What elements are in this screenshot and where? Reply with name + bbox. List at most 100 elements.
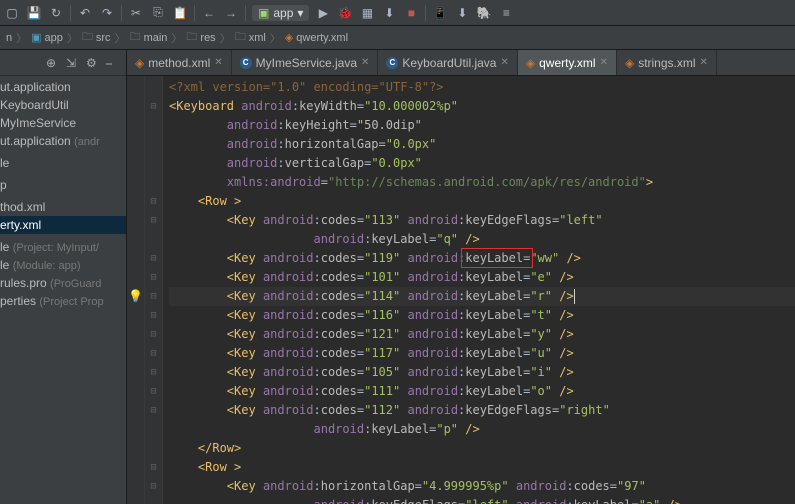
code-line[interactable]: <Key android:horizontalGap="4.999995%p" … [169,477,795,496]
profile-icon[interactable]: ▦ [359,5,375,21]
code-line[interactable]: <Key android:codes="121" android:keyLabe… [169,325,795,344]
code-line[interactable]: <Key android:codes="119" android:keyLabe… [169,249,795,268]
code-line[interactable]: android:keyLabel="p" /> [169,420,795,439]
fold-icon[interactable]: ⊟ [150,306,156,325]
fold-icon[interactable]: ⊟ [150,477,156,496]
editor-tab[interactable]: ◈method.xml✕ [127,50,232,75]
code-line[interactable]: <Key android:codes="111" android:keyLabe… [169,382,795,401]
hide-icon[interactable]: ⎯ [106,56,120,70]
intention-bulb-icon[interactable]: 💡 [128,287,143,306]
editor-tab[interactable]: CMyImeService.java✕ [232,50,379,75]
tree-dim: (Project Prop [39,296,103,308]
code-line[interactable]: <Key android:codes="117" android:keyLabe… [169,344,795,363]
close-icon[interactable]: ✕ [500,57,508,68]
xml-icon: ◈ [526,56,535,70]
fold-icon[interactable]: ⊟ [150,249,156,268]
fold-icon[interactable]: ⊟ [150,287,156,306]
fold-icon[interactable]: ⊟ [150,268,156,287]
folder-icon: 🗀 [235,28,246,47]
sdk-icon[interactable]: ⬇ [454,5,470,21]
bc-xml[interactable]: 🗀xml [235,28,266,47]
close-icon[interactable]: ✕ [700,57,708,68]
forward-icon[interactable]: → [223,5,239,21]
fold-icon[interactable]: ⊟ [150,192,156,211]
debug-icon[interactable]: 🐞 [337,5,353,21]
run-config-selector[interactable]: ▣ app ▾ [252,5,309,21]
code-line[interactable]: <Keyboard android:keyWidth="10.000002%p" [169,97,795,116]
target-icon[interactable]: ⊕ [46,56,60,70]
code-line[interactable]: android:keyEdgeFlags="left" android:keyL… [169,496,795,504]
fold-icon[interactable]: ⊟ [150,458,156,477]
code-line[interactable]: android:horizontalGap="0.0px" [169,135,795,154]
tree-item[interactable]: KeyboardUtil [0,96,126,114]
code-line[interactable]: <Row > [169,192,795,211]
open-icon[interactable]: ▢ [4,5,20,21]
run-icon[interactable]: ▶ [315,5,331,21]
tree-item[interactable]: le (Project: MyInput/ [0,238,126,256]
avd-icon[interactable]: 📱 [432,5,448,21]
code-line[interactable]: <Key android:codes="101" android:keyLabe… [169,268,795,287]
bc-src[interactable]: 🗀src [82,28,111,47]
fold-icon[interactable]: ⊟ [150,97,156,116]
tree-label: erty.xml [0,218,41,232]
tree-item[interactable]: ut.application [0,78,126,96]
folder-icon: 🗀 [130,28,141,47]
tree-item[interactable]: ut.application (andr [0,132,126,150]
code-line[interactable]: <Key android:codes="112" android:keyEdge… [169,401,795,420]
fold-icon[interactable]: ⊟ [150,211,156,230]
fold-icon[interactable]: ⊟ [150,325,156,344]
close-icon[interactable]: ✕ [214,57,222,68]
save-icon[interactable]: 💾 [26,5,42,21]
code-line[interactable]: </Row> [169,439,795,458]
code-content[interactable]: <?xml version="1.0" encoding="UTF-8"?><K… [163,76,795,504]
close-icon[interactable]: ✕ [361,57,369,68]
bc-res[interactable]: 🗀res [186,28,215,47]
gradle-icon[interactable]: 🐘 [476,5,492,21]
structure-icon[interactable]: ≡ [498,5,514,21]
editor-tab[interactable]: CKeyboardUtil.java✕ [378,50,517,75]
undo-icon[interactable]: ↶ [77,5,93,21]
project-tree[interactable]: ut.applicationKeyboardUtilMyImeServiceut… [0,76,126,312]
back-icon[interactable]: ← [201,5,217,21]
redo-icon[interactable]: ↷ [99,5,115,21]
cut-icon[interactable]: ✂ [128,5,144,21]
sync-icon[interactable]: ↻ [48,5,64,21]
attach-icon[interactable]: ⬇ [381,5,397,21]
close-icon[interactable]: ✕ [600,57,608,68]
code-line[interactable]: <?xml version="1.0" encoding="UTF-8"?> [169,78,795,97]
fold-icon[interactable]: ⊟ [150,344,156,363]
tree-item[interactable]: le [0,154,126,172]
bc-app[interactable]: ▣app [31,31,63,44]
code-line[interactable]: <Key android:codes="105" android:keyLabe… [169,363,795,382]
stop-icon[interactable]: ■ [403,5,419,21]
tree-item[interactable]: le (Module: app) [0,256,126,274]
bc-root[interactable]: n [6,32,12,44]
editor-tab[interactable]: ◈strings.xml✕ [617,50,717,75]
code-line[interactable]: <Key android:codes="114" android:keyLabe… [169,287,795,306]
editor-tab[interactable]: ◈qwerty.xml✕ [518,50,617,75]
copy-icon[interactable]: ⎘ [150,5,166,21]
tree-item[interactable]: rules.pro (ProGuard [0,274,126,292]
code-line[interactable]: <Row > [169,458,795,477]
tree-item[interactable]: erty.xml [0,216,126,234]
bc-file[interactable]: ◈qwerty.xml [285,31,348,44]
code-line[interactable]: <Key android:codes="113" android:keyEdge… [169,211,795,230]
tree-item[interactable]: MyImeService [0,114,126,132]
fold-icon[interactable]: ⊟ [150,382,156,401]
code-line[interactable]: android:keyHeight="50.0dip" [169,116,795,135]
tree-item[interactable]: perties (Project Prop [0,292,126,310]
fold-icon[interactable]: ⊟ [150,363,156,382]
fold-icon[interactable]: ⊟ [150,401,156,420]
tree-item[interactable]: p [0,176,126,194]
code-line[interactable]: android:keyLabel="q" /> [169,230,795,249]
paste-icon[interactable]: 📋 [172,5,188,21]
code-line[interactable]: android:verticalGap="0.0px" [169,154,795,173]
collapse-icon[interactable]: ⇲ [66,56,80,70]
code-line[interactable]: xmlns:android="http://schemas.android.co… [169,173,795,192]
tree-item[interactable]: thod.xml [0,198,126,216]
bc-main[interactable]: 🗀main [130,28,168,47]
xml-icon: ◈ [285,31,293,44]
settings-icon[interactable]: ⚙ [86,56,100,70]
code-line[interactable]: <Key android:codes="116" android:keyLabe… [169,306,795,325]
code-editor[interactable]: 💡 ⊟⊟⊟⊟⊟⊟⊟⊟⊟⊟⊟⊟⊟⊟ <?xml version="1.0" enc… [127,76,795,504]
